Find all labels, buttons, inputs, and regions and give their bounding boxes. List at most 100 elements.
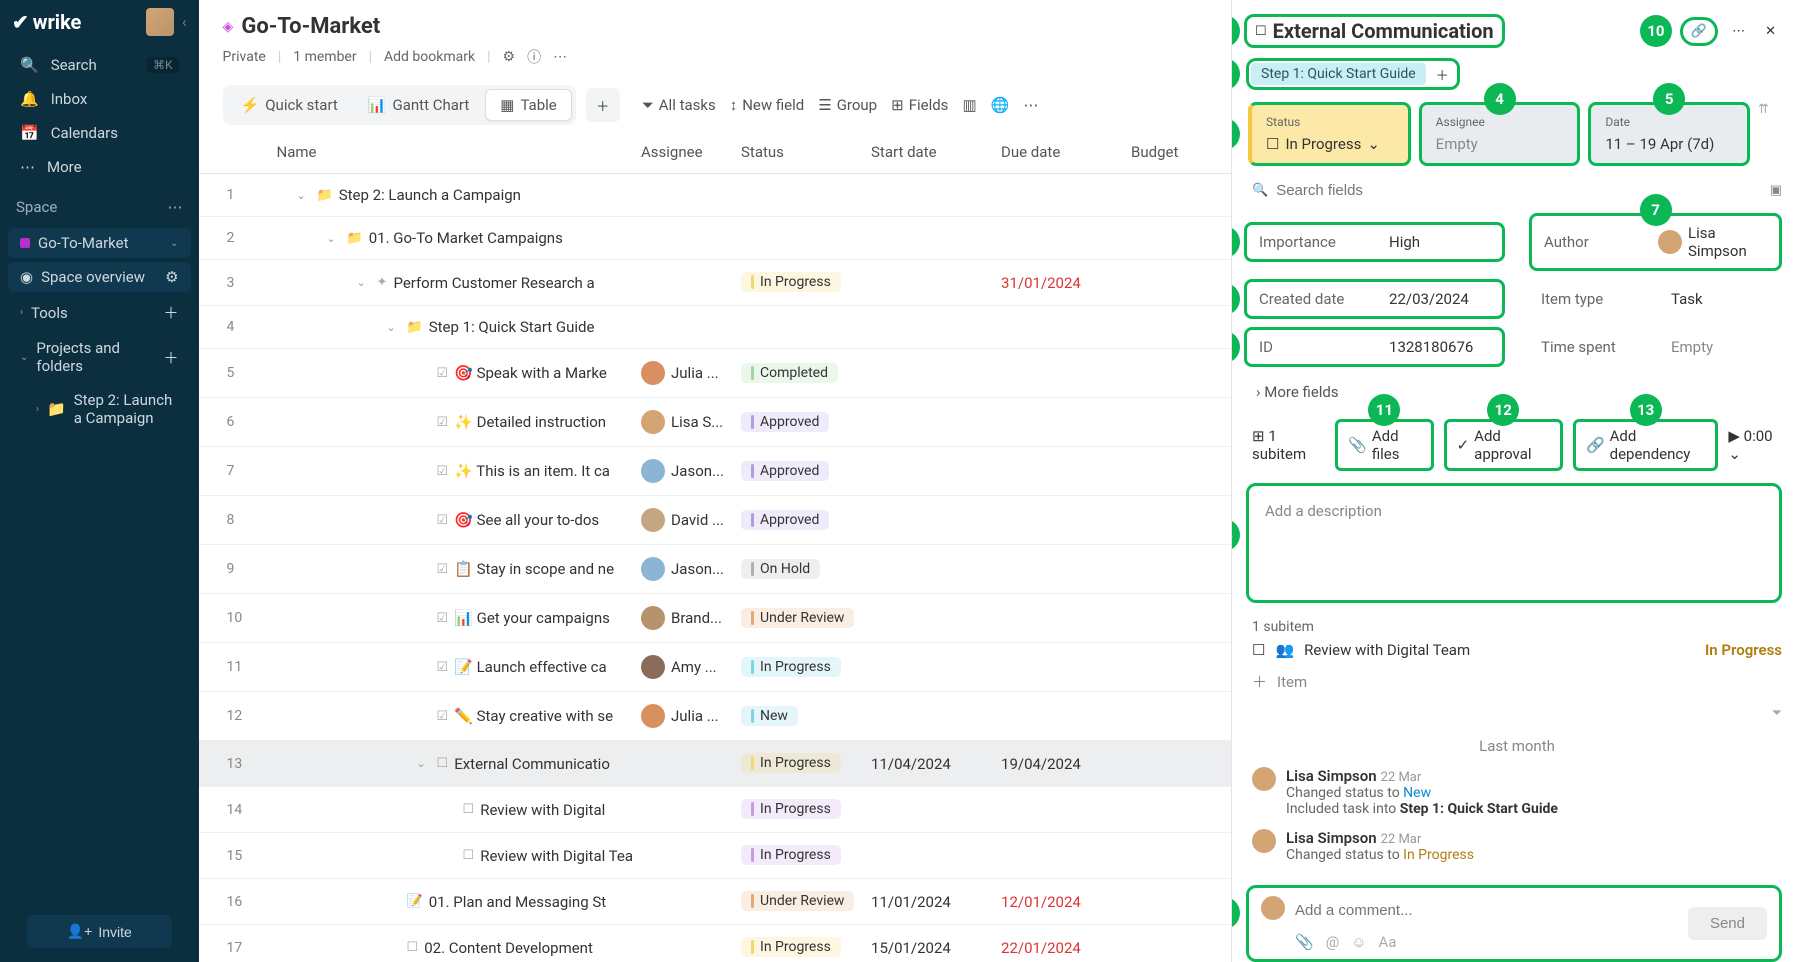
members[interactable]: 1 member xyxy=(293,49,356,65)
col-budget[interactable]: Budget xyxy=(1127,131,1207,173)
id-field[interactable]: ID1328180676 xyxy=(1244,327,1505,367)
project-icon: ◈ xyxy=(223,19,234,35)
collapse-icon[interactable]: ‹ xyxy=(182,13,187,31)
main: ◈ Go-To-Market Private | 1 member | Add … xyxy=(199,0,1231,962)
mention-icon[interactable]: @ xyxy=(1326,933,1339,951)
col-start[interactable]: Start date xyxy=(867,131,997,173)
table-row[interactable]: 12☑ ✏️ Stay creative with seJulia ...New xyxy=(199,692,1231,741)
view-icon[interactable]: ▥ xyxy=(962,96,976,114)
subitem-count[interactable]: ⊞ 1 subitem xyxy=(1252,427,1325,463)
add-dependency-button[interactable]: 13 🔗 Add dependency xyxy=(1573,419,1718,471)
avatar xyxy=(1261,896,1285,920)
avatar[interactable] xyxy=(146,8,174,36)
filter-icon[interactable]: ⏷ xyxy=(1772,706,1782,721)
item-type-field[interactable]: Item typeTask xyxy=(1529,279,1782,319)
tab-table[interactable]: ▦ Table xyxy=(485,89,572,121)
sidebar: ✔ wrike ‹ 🔍Search⌘K🔔Inbox📅Calendars⋯More… xyxy=(0,0,199,962)
col-name[interactable]: Name xyxy=(273,131,637,173)
table-row[interactable]: 10☑ 📊 Get your campaignsBrand...Under Re… xyxy=(199,594,1231,643)
search-icon: 🔍 xyxy=(1252,183,1268,198)
tab-gantt[interactable]: 📊 Gantt Chart xyxy=(354,89,483,121)
table-row[interactable]: 16📝 01. Plan and Messaging StUnder Revie… xyxy=(199,879,1231,925)
table-row[interactable]: 9☑ 📋 Stay in scope and neJason...On Hold xyxy=(199,545,1231,594)
privacy[interactable]: Private xyxy=(223,49,266,65)
description-input[interactable]: Add a description xyxy=(1246,483,1782,603)
timer-button[interactable]: ▶ 0:00 ⌄ xyxy=(1728,427,1782,463)
table-row[interactable]: 14☐ Review with DigitalIn Progress xyxy=(199,787,1231,833)
table-row[interactable]: 5☑ 🎯 Speak with a MarkeJulia ...Complete… xyxy=(199,349,1231,398)
col-status[interactable]: Status xyxy=(737,131,867,173)
assignee-field[interactable]: 4 Assignee Empty xyxy=(1419,102,1581,166)
tab-quick-start[interactable]: ⚡ Quick start xyxy=(227,89,352,121)
comment-input[interactable] xyxy=(1295,896,1678,925)
table-row[interactable]: 15☐ Review with Digital TeaIn Progress xyxy=(199,833,1231,879)
space-label: Space xyxy=(16,198,57,216)
table-row[interactable]: 13⌄☐ External CommunicatioIn Progress11/… xyxy=(199,741,1231,787)
detail-pane: 1 ☐ External Communication 10 🔗 ⋯ ✕ 2 St… xyxy=(1231,0,1802,962)
collapse-icon[interactable]: ⇈ xyxy=(1758,102,1782,166)
projects-folders[interactable]: ⌄Projects and folders ＋ xyxy=(8,333,191,381)
page-title: Go-To-Market xyxy=(241,14,380,39)
nav-search[interactable]: 🔍Search⌘K xyxy=(8,48,191,82)
table-row[interactable]: 17☐ 02. Content DevelopmentIn Progress15… xyxy=(199,925,1231,962)
add-folder-icon[interactable]: ＋ xyxy=(1430,65,1455,84)
search-fields-input[interactable] xyxy=(1276,182,1762,199)
sidebar-tools[interactable]: ›Tools ＋ xyxy=(8,296,191,329)
status-field[interactable]: Status ☐ In Progress ⌄ xyxy=(1248,102,1411,166)
add-bookmark[interactable]: Add bookmark xyxy=(384,49,475,65)
gear-icon[interactable]: ⚙ xyxy=(165,268,178,286)
space-overview[interactable]: ◉Space overview ⚙ xyxy=(8,262,191,292)
add-subitem[interactable]: ＋ Item xyxy=(1252,665,1782,698)
table-row[interactable]: 1⌄📁 Step 2: Launch a Campaign xyxy=(199,174,1231,217)
created-date-field[interactable]: Created date22/03/2024 xyxy=(1244,279,1505,319)
table-row[interactable]: 3⌄✦ Perform Customer Research aIn Progre… xyxy=(199,260,1231,306)
gear-icon[interactable]: ⚙ xyxy=(503,49,516,65)
add-tab-button[interactable]: ＋ xyxy=(586,88,620,122)
space-project[interactable]: Go-To-Market ⌄ xyxy=(8,228,191,258)
more-icon[interactable]: ⋯ xyxy=(553,49,567,65)
more-icon[interactable]: ⋯ xyxy=(1726,24,1751,39)
filter-all-tasks[interactable]: ⏷ All tasks xyxy=(642,96,716,114)
table-row[interactable]: 8☑ 🎯 See all your to-dosDavid ...Approve… xyxy=(199,496,1231,545)
add-approval-button[interactable]: 12 ✓ Add approval xyxy=(1444,419,1563,471)
link-icon[interactable]: 🔗 xyxy=(1680,17,1718,46)
add-files-button[interactable]: 11 📎 Add files xyxy=(1335,419,1433,471)
importance-field[interactable]: ImportanceHigh xyxy=(1244,222,1505,262)
send-button[interactable]: Send xyxy=(1688,907,1767,940)
subitem-row[interactable]: ☐👥 Review with Digital Team In Progress xyxy=(1252,635,1782,665)
nav-inbox[interactable]: 🔔Inbox xyxy=(8,82,191,116)
plus-icon[interactable]: ＋ xyxy=(164,347,179,368)
logo: ✔ wrike xyxy=(12,10,81,34)
table-row[interactable]: 11☑ 📝 Launch effective caAmy ...In Progr… xyxy=(199,643,1231,692)
nav-more[interactable]: ⋯More xyxy=(8,150,191,184)
format-icon[interactable]: Aa xyxy=(1379,933,1397,951)
emoji-icon[interactable]: ☺ xyxy=(1351,933,1366,951)
nav-calendars[interactable]: 📅Calendars xyxy=(8,116,191,150)
sidebar-folder-item[interactable]: ›📁Step 2: Launch a Campaign xyxy=(8,385,191,433)
table-header: Name Assignee Status Start date Due date… xyxy=(199,131,1231,174)
globe-icon[interactable]: 🌐 xyxy=(991,96,1010,114)
invite-button[interactable]: 👤+ Invite xyxy=(27,915,172,948)
activity-entry: Lisa Simpson22 MarChanged status to NewI… xyxy=(1252,761,1782,823)
more-icon[interactable]: ⋯ xyxy=(168,198,183,216)
col-assignee[interactable]: Assignee xyxy=(637,131,737,173)
table-row[interactable]: 4⌄📁 Step 1: Quick Start Guide xyxy=(199,306,1231,349)
new-field-button[interactable]: ↕ New field xyxy=(730,96,805,114)
panel-icon[interactable]: ▣ xyxy=(1770,183,1782,198)
col-due[interactable]: Due date xyxy=(997,131,1127,173)
close-icon[interactable]: ✕ xyxy=(1759,24,1782,39)
date-field[interactable]: 5 Date 11 – 19 Apr (7d) xyxy=(1588,102,1750,166)
table-row[interactable]: 2⌄📁 01. Go-To Market Campaigns xyxy=(199,217,1231,260)
author-field[interactable]: 7 Author Lisa Simpson xyxy=(1529,213,1782,271)
plus-icon[interactable]: ＋ xyxy=(164,302,179,323)
table-row[interactable]: 7☑ ✨ This is an item. It caJason...Appro… xyxy=(199,447,1231,496)
attach-icon[interactable]: 📎 xyxy=(1295,933,1314,951)
time-spent-field[interactable]: Time spentEmpty xyxy=(1529,327,1782,367)
detail-title[interactable]: External Communication xyxy=(1273,19,1494,43)
more-icon[interactable]: ⋯ xyxy=(1023,96,1038,114)
fields-button[interactable]: ⊞ Fields xyxy=(891,96,948,114)
info-icon[interactable]: ⓘ xyxy=(527,47,541,67)
table-row[interactable]: 6☑ ✨ Detailed instructionLisa S...Approv… xyxy=(199,398,1231,447)
folder-chip[interactable]: Step 1: Quick Start Guide xyxy=(1251,63,1426,85)
group-button[interactable]: ☰ Group xyxy=(818,96,877,114)
